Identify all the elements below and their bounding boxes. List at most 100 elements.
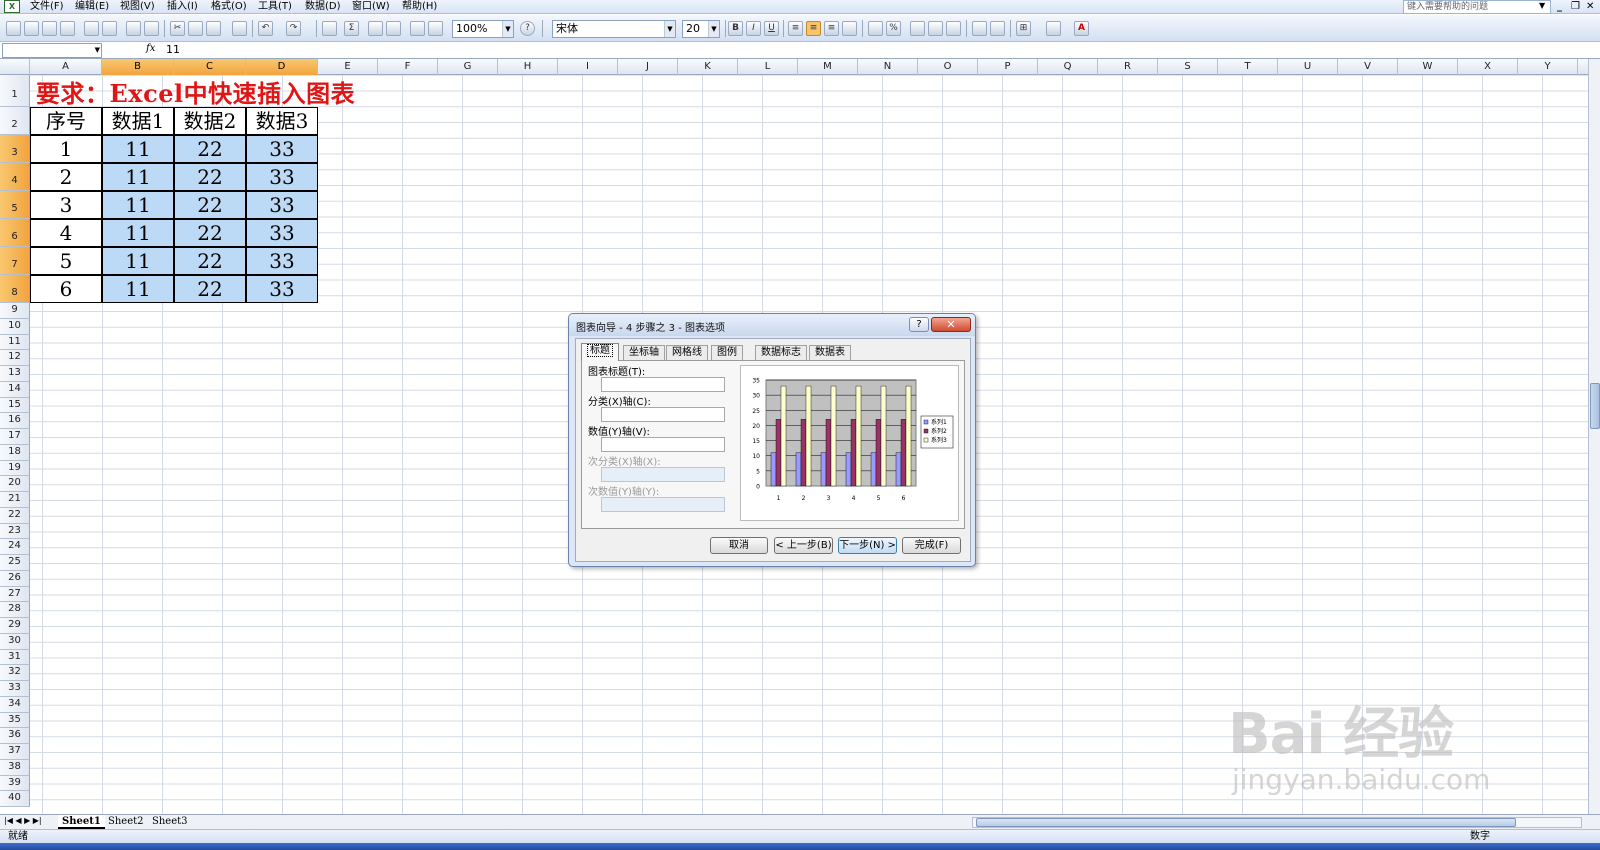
row-header-27[interactable]: 27 — [0, 586, 30, 603]
row-header-40[interactable]: 40 — [0, 791, 30, 807]
close-icon[interactable]: ✕ — [1586, 0, 1594, 13]
hyperlink-icon[interactable] — [322, 21, 337, 36]
help-search-input[interactable]: 键入需要帮助的问题 — [1403, 0, 1551, 14]
row-header-32[interactable]: 32 — [0, 665, 30, 681]
scrollbar-thumb[interactable] — [976, 818, 1516, 827]
table-cell[interactable]: 11 — [102, 163, 174, 191]
menu-format[interactable]: 格式(O) — [211, 1, 247, 13]
table-cell[interactable]: 11 — [102, 247, 174, 275]
row-header-39[interactable]: 39 — [0, 775, 30, 792]
row-header-29[interactable]: 29 — [0, 618, 30, 634]
row-header-13[interactable]: 13 — [0, 366, 30, 382]
table-cell[interactable]: 33 — [246, 135, 318, 163]
row-header-3[interactable]: 3 — [0, 135, 30, 163]
table-cell[interactable]: 22 — [174, 191, 246, 219]
formula-input[interactable]: 11 — [166, 43, 180, 56]
dialog-help-icon[interactable]: ? — [909, 317, 929, 332]
align-left-icon[interactable]: ≡ — [788, 21, 803, 36]
column-header-Q[interactable]: Q — [1038, 59, 1098, 75]
row-header-9[interactable]: 9 — [0, 303, 30, 319]
table-cell[interactable]: 33 — [246, 275, 318, 303]
tab-gridlines[interactable]: 网格线 — [666, 345, 708, 360]
drawing-icon[interactable] — [428, 21, 443, 36]
horizontal-scrollbar[interactable] — [972, 817, 1582, 828]
table-cell[interactable]: 22 — [174, 275, 246, 303]
table-cell[interactable]: 22 — [174, 163, 246, 191]
row-header-20[interactable]: 20 — [0, 476, 30, 492]
select-all-corner[interactable] — [0, 59, 30, 75]
sheet-title-cell[interactable]: 要求：Excel中快速插入图表 — [36, 74, 355, 109]
name-box[interactable]: ▼ — [2, 43, 102, 58]
table-cell[interactable]: 4 — [30, 219, 102, 247]
back-button[interactable]: < 上一步(B) — [774, 537, 833, 554]
paste-icon[interactable] — [206, 21, 221, 36]
scrollbar-thumb[interactable] — [1590, 383, 1600, 429]
menu-edit[interactable]: 编辑(E) — [75, 1, 109, 13]
row-header-36[interactable]: 36 — [0, 728, 30, 744]
menu-data[interactable]: 数据(D) — [305, 1, 341, 13]
column-header-P[interactable]: P — [978, 59, 1038, 75]
column-header-G[interactable]: G — [438, 59, 498, 75]
decrease-indent-icon[interactable] — [972, 21, 987, 36]
row-header-4[interactable]: 4 — [0, 163, 30, 191]
menu-insert[interactable]: 插入(I) — [167, 1, 198, 13]
font-color-icon[interactable]: A — [1074, 21, 1089, 36]
row-header-7[interactable]: 7 — [0, 247, 30, 275]
tab-data-labels[interactable]: 数据标志 — [755, 345, 807, 360]
value-axis-input[interactable] — [601, 437, 725, 452]
column-header-F[interactable]: F — [378, 59, 438, 75]
column-header-W[interactable]: W — [1398, 59, 1458, 75]
align-center-icon[interactable]: ≡ — [806, 21, 821, 36]
column-header-I[interactable]: I — [558, 59, 618, 75]
tab-sheet1[interactable]: Sheet1 — [58, 815, 105, 829]
row-header-17[interactable]: 17 — [0, 429, 30, 445]
spelling-icon[interactable] — [126, 21, 141, 36]
column-header-C[interactable]: C — [174, 59, 246, 75]
column-header-S[interactable]: S — [1158, 59, 1218, 75]
row-header-37[interactable]: 37 — [0, 744, 30, 760]
column-header-D[interactable]: D — [246, 59, 318, 75]
restore-icon[interactable]: ❐ — [1571, 0, 1580, 13]
tab-titles[interactable]: 标题 — [581, 343, 619, 361]
increase-indent-icon[interactable] — [990, 21, 1005, 36]
row-header-31[interactable]: 31 — [0, 649, 30, 666]
column-header-K[interactable]: K — [678, 59, 738, 75]
column-header-V[interactable]: V — [1338, 59, 1398, 75]
currency-icon[interactable] — [868, 21, 883, 36]
research-icon[interactable] — [144, 21, 159, 36]
row-header-33[interactable]: 33 — [0, 681, 30, 697]
table-cell[interactable]: 11 — [102, 191, 174, 219]
table-cell[interactable]: 11 — [102, 219, 174, 247]
row-header-6[interactable]: 6 — [0, 219, 30, 247]
column-header-T[interactable]: T — [1218, 59, 1278, 75]
column-header-N[interactable]: N — [858, 59, 918, 75]
table-cell[interactable]: 22 — [174, 219, 246, 247]
row-header-15[interactable]: 15 — [0, 397, 30, 414]
menu-help[interactable]: 帮助(H) — [402, 1, 437, 13]
row-header-28[interactable]: 28 — [0, 602, 30, 618]
autosum-icon[interactable]: Σ — [344, 21, 359, 36]
chart-wizard-icon[interactable] — [410, 21, 425, 36]
tab-sheet2[interactable]: Sheet2 — [104, 815, 148, 829]
chart-title-input[interactable] — [601, 377, 725, 392]
tab-legend[interactable]: 图例 — [711, 345, 743, 360]
help-icon[interactable]: ? — [520, 21, 535, 36]
row-header-2[interactable]: 2 — [0, 107, 30, 135]
column-header-O[interactable]: O — [918, 59, 978, 75]
column-header-J[interactable]: J — [618, 59, 678, 75]
table-cell[interactable]: 22 — [174, 247, 246, 275]
table-cell[interactable]: 序号 — [30, 107, 102, 135]
table-cell[interactable]: 33 — [246, 247, 318, 275]
comma-style-icon[interactable] — [910, 21, 925, 36]
table-cell[interactable]: 5 — [30, 247, 102, 275]
format-painter-icon[interactable] — [232, 21, 247, 36]
font-size-select[interactable]: 20 ▼ — [682, 20, 720, 38]
column-header-H[interactable]: H — [498, 59, 558, 75]
row-header-35[interactable]: 35 — [0, 712, 30, 729]
next-button[interactable]: 下一步(N) > — [838, 537, 897, 554]
table-cell[interactable]: 3 — [30, 191, 102, 219]
table-cell[interactable]: 11 — [102, 135, 174, 163]
category-axis-input[interactable] — [601, 407, 725, 422]
row-header-30[interactable]: 30 — [0, 633, 30, 650]
column-header-M[interactable]: M — [798, 59, 858, 75]
